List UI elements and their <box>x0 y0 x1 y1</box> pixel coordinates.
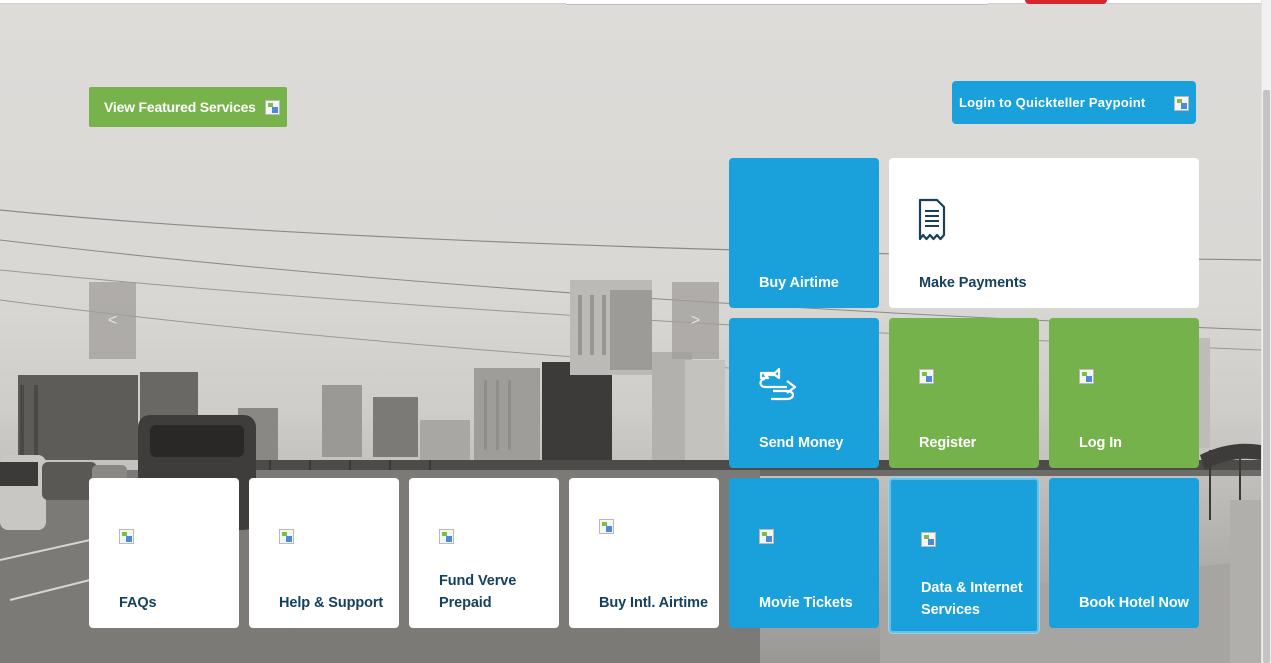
tile-label: Register <box>919 435 977 451</box>
view-featured-services-button[interactable]: View Featured Services <box>89 87 287 127</box>
top-red-button[interactable] <box>1025 0 1107 4</box>
tile-fund-verve-prepaid[interactable]: Fund Verve Prepaid <box>409 478 559 628</box>
tile-label: Movie Tickets <box>759 595 853 611</box>
help-icon <box>279 529 294 544</box>
tile-buy-airtime[interactable]: Buy Airtime <box>729 158 879 308</box>
tile-label: Send Money <box>759 435 844 451</box>
tile-make-payments[interactable]: Make Payments <box>889 158 1199 308</box>
tile-label: Book Hotel Now <box>1079 595 1189 611</box>
tile-label: FAQs <box>119 595 157 611</box>
login-paypoint-button[interactable]: Login to Quickteller Paypoint <box>952 81 1196 124</box>
login-icon <box>1079 369 1094 384</box>
tile-label: Fund Verve Prepaid <box>439 573 517 611</box>
tile-label: Buy Intl. Airtime <box>599 595 708 611</box>
page-scrollbar[interactable] <box>1261 0 1271 663</box>
tile-label: Help & Support <box>279 595 384 611</box>
tile-movie-tickets[interactable]: Movie Tickets <box>729 478 879 628</box>
tile-book-hotel-now[interactable]: Book Hotel Now <box>1049 478 1199 628</box>
tile-send-money[interactable]: Send Money <box>729 318 879 468</box>
tile-register[interactable]: Register <box>889 318 1039 468</box>
globe-phone-icon <box>599 519 614 534</box>
tile-data-internet-services[interactable]: Data & Internet Services <box>889 478 1039 633</box>
slider-next-button[interactable]: > <box>672 282 719 359</box>
ticket-icon <box>759 529 774 544</box>
view-featured-services-label: View Featured Services <box>104 99 256 115</box>
receipt-icon <box>918 198 946 241</box>
tile-buy-intl-airtime[interactable]: Buy Intl. Airtime <box>569 478 719 628</box>
login-paypoint-label: Login to Quickteller Paypoint <box>959 95 1146 110</box>
tile-label: Log In <box>1079 435 1122 451</box>
wifi-icon <box>921 532 936 547</box>
tile-label: Make Payments <box>919 275 1027 291</box>
tile-label: Data & Internet Services <box>921 580 1023 618</box>
verve-card-icon <box>439 529 454 544</box>
tile-faqs[interactable]: FAQs <box>89 478 239 628</box>
tile-log-in[interactable]: Log In <box>1049 318 1199 468</box>
slider-prev-button[interactable]: < <box>89 282 136 359</box>
scrollbar-thumb[interactable] <box>1263 90 1270 663</box>
register-icon <box>919 369 934 384</box>
tile-label: Buy Airtime <box>759 275 839 291</box>
tile-help-support[interactable]: Help & Support <box>249 478 399 628</box>
faq-icon <box>119 529 134 544</box>
transfer-arrows-icon <box>759 367 797 401</box>
arrow-icon <box>1174 96 1189 111</box>
top-search-field[interactable] <box>566 0 988 5</box>
arrow-icon <box>265 100 280 115</box>
